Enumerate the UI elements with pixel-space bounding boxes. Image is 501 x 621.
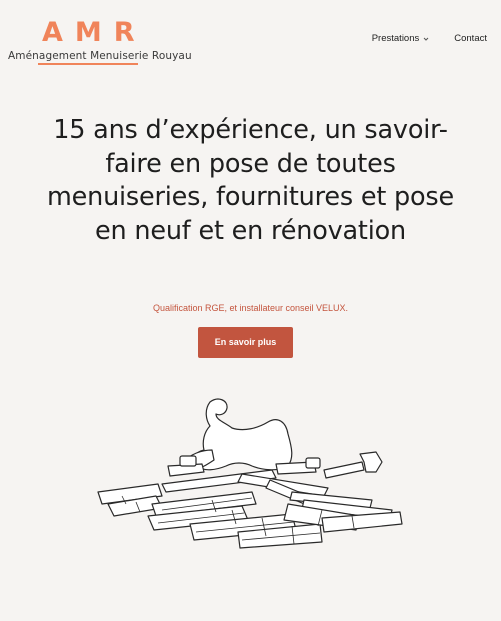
nav-item-prestations-label: Prestations	[371, 33, 420, 44]
logo-company-name: Aménagement Menuiserie Rouyau	[8, 50, 192, 62]
chevron-down-icon	[423, 37, 429, 41]
logo-letters: AMR	[42, 17, 147, 48]
page: AMR Aménagement Menuiserie Rouyau Presta…	[0, 0, 501, 621]
carpenter-illustration	[97, 398, 403, 549]
hero-title: 15 ans d’expérience, un savoir-faire en …	[46, 115, 454, 246]
logo-underline	[38, 63, 138, 65]
hero-subtitle: Qualification RGE, et installateur conse…	[152, 303, 349, 313]
nav-item-prestations[interactable]: Prestations	[372, 33, 431, 44]
learn-more-button[interactable]: En savoir plus	[198, 327, 293, 358]
nav-item-contact[interactable]: Contact	[454, 33, 487, 44]
nav-item-contact-label: Contact	[454, 33, 487, 44]
main-nav: Prestations Contact	[372, 33, 487, 44]
site-logo[interactable]: AMR Aménagement Menuiserie Rouyau	[8, 16, 192, 68]
site-header: AMR Aménagement Menuiserie Rouyau Presta…	[0, 0, 501, 80]
